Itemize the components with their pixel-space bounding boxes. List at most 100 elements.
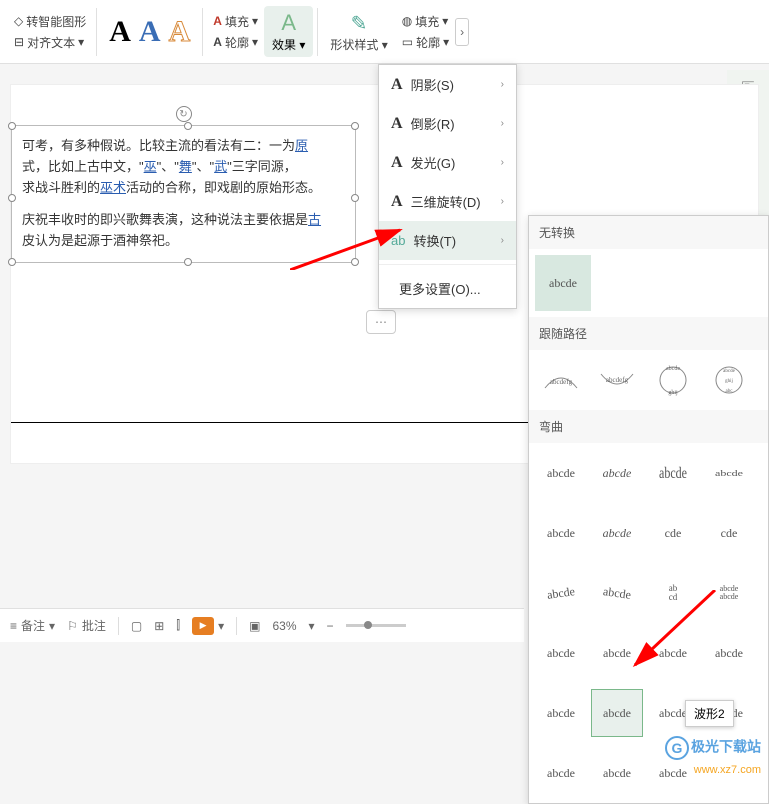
tooltip: 波形2 [685,700,734,727]
chevron-right-icon: › [501,157,504,168]
link[interactable]: 原 [295,138,308,153]
transform-warp[interactable]: abcde [591,749,643,797]
zoom-slider[interactable] [346,624,406,627]
zoom-out[interactable]: − [327,619,334,633]
resize-handle[interactable] [351,258,359,266]
comments-button[interactable]: ⚐批注 [67,617,106,634]
selected-textbox[interactable]: ↻ 可考，有多种假说。比较主流的看法有二：一为原 式，比如上古中文，"巫"、"舞… [11,125,356,263]
rotate-handle[interactable]: ↻ [176,106,192,122]
shape-style-icon: ✎ [351,11,368,36]
ribbon-expand-button[interactable]: › [455,18,469,46]
notes-icon: ≡ [10,619,17,633]
transform-warp[interactable]: abcdeabcde [703,569,755,617]
fill-a-icon: A [213,14,222,28]
svg-text:ghij: ghij [725,379,733,384]
text-outline-button[interactable]: A轮廓 ▾ [213,34,258,51]
transform-warp[interactable]: abcde [703,629,755,677]
text-line: 式，比如上古中文，"巫"、"舞"、"武"三字同源， [22,157,345,178]
shape-outline-button[interactable]: ▭轮廓 ▾ [402,34,449,51]
outline-a-icon: A [213,35,222,49]
chevron-right-icon: › [501,196,504,207]
svg-text:abcdefg: abcdefg [550,378,573,386]
shape-style-button[interactable]: ✎ 形状样式 ▾ [322,7,395,57]
rotation3d-menu-item[interactable]: A三维旋转(D)› [379,182,516,221]
resize-handle[interactable] [351,194,359,202]
transform-warp[interactable]: cde [703,509,755,557]
transform-warp[interactable]: abcde [591,569,643,617]
resize-handle[interactable] [351,122,359,130]
transform-menu-item[interactable]: ab转换(T)› [379,221,516,260]
transform-warp[interactable]: abcde [535,449,587,497]
resize-handle[interactable] [8,258,16,266]
watermark: G极光下载站 www.xz7.com [665,736,761,776]
transform-warp[interactable]: abcde [535,689,587,737]
shape-icon: ◇ [14,14,23,28]
transform-icon: ab [391,233,405,248]
transform-path-arc-down[interactable]: abcdefg [591,356,643,404]
transform-warp[interactable]: abcde [535,509,587,557]
transform-warp[interactable]: abcde [535,629,587,677]
context-menu-button[interactable]: ⋯ [366,310,396,334]
text-fill-button[interactable]: A填充 ▾ [213,13,258,30]
link[interactable]: 古 [308,212,321,227]
transform-none[interactable]: abcde [535,255,591,311]
resize-handle[interactable] [8,122,16,130]
wordart-styles[interactable]: A A A [101,15,198,49]
transform-warp[interactable]: abcde [703,449,755,497]
transform-warp[interactable]: abcde [535,749,587,797]
transform-path-button[interactable]: abcdeghijabc [703,356,755,404]
submenu-section-header: 跟随路径 [529,317,768,350]
transform-warp[interactable]: abcd [647,569,699,617]
outline-icon: ▭ [402,35,413,49]
view-normal[interactable]: ▢ [131,619,142,633]
svg-text:abcdefg: abcdefg [606,376,629,384]
link[interactable]: 武 [214,159,227,174]
slideshow-button[interactable]: ▶ ▾ [192,617,224,635]
convert-smart-shape-button[interactable]: ◇转智能图形 [14,13,86,30]
wordart-style-1[interactable]: A [109,15,131,49]
status-bar: ≡备注 ▾ ⚐批注 ▢ ⊞ ⫿ ▶ ▾ ▣ 63% ▾ − [0,608,524,642]
text-effect-button[interactable]: A 效果 ▾ [264,6,313,57]
align-icon: ⊟ [14,35,24,49]
notes-button[interactable]: ≡备注 ▾ [10,617,55,634]
glow-menu-item[interactable]: A发光(G)› [379,143,516,182]
chevron-right-icon: › [501,235,504,246]
resize-handle[interactable] [8,194,16,202]
shape-fill-button[interactable]: ◍填充 ▾ [402,13,449,30]
reflection-menu-item[interactable]: A倒影(R)› [379,104,516,143]
link[interactable]: 巫 [144,159,157,174]
zoom-level: 63% [272,619,296,633]
fit-button[interactable]: ▣ [249,619,260,633]
rotation-icon: A [391,193,403,211]
submenu-section-header: 弯曲 [529,410,768,443]
align-text-button[interactable]: ⊟对齐文本 ▾ [14,34,86,51]
transform-warp-wave2[interactable]: abcde [591,689,643,737]
effect-dropdown: A阴影(S)› A倒影(R)› A发光(G)› A三维旋转(D)› ab转换(T… [378,64,517,309]
view-grid[interactable]: ⊞ [154,619,164,633]
link[interactable]: 舞 [179,159,192,174]
transform-warp[interactable]: abcde [647,629,699,677]
link[interactable]: 巫术 [100,180,126,195]
wordart-style-2[interactable]: A [139,15,161,49]
shadow-icon: A [391,76,403,94]
transform-warp[interactable]: abcde [591,449,643,497]
view-reading[interactable]: ⫿ [176,618,180,633]
more-settings-menu-item[interactable]: 更多设置(O)... [379,269,516,308]
comments-icon: ⚐ [67,619,78,633]
transform-warp[interactable]: cde [647,509,699,557]
wordart-style-3[interactable]: A [169,15,191,49]
transform-warp[interactable]: abcde [591,629,643,677]
resize-handle[interactable] [184,122,192,130]
transform-warp[interactable]: abcde [535,569,587,617]
text-line: 庆祝丰收时的即兴歌舞表演，这种说法主要依据是古 [22,210,345,231]
transform-warp[interactable]: abcde [591,509,643,557]
transform-path-circle[interactable]: abcdeghij [647,356,699,404]
svg-text:ghij: ghij [668,390,678,396]
text-line: 求战斗胜利的巫术活动的合称，即戏剧的原始形态。 [22,178,345,199]
resize-handle[interactable] [184,258,192,266]
reflection-icon: A [391,115,403,133]
shadow-menu-item[interactable]: A阴影(S)› [379,65,516,104]
transform-warp[interactable]: abcde [647,449,699,497]
transform-path-arc-up[interactable]: abcdefg [535,356,587,404]
svg-text:abcde: abcde [723,369,735,374]
